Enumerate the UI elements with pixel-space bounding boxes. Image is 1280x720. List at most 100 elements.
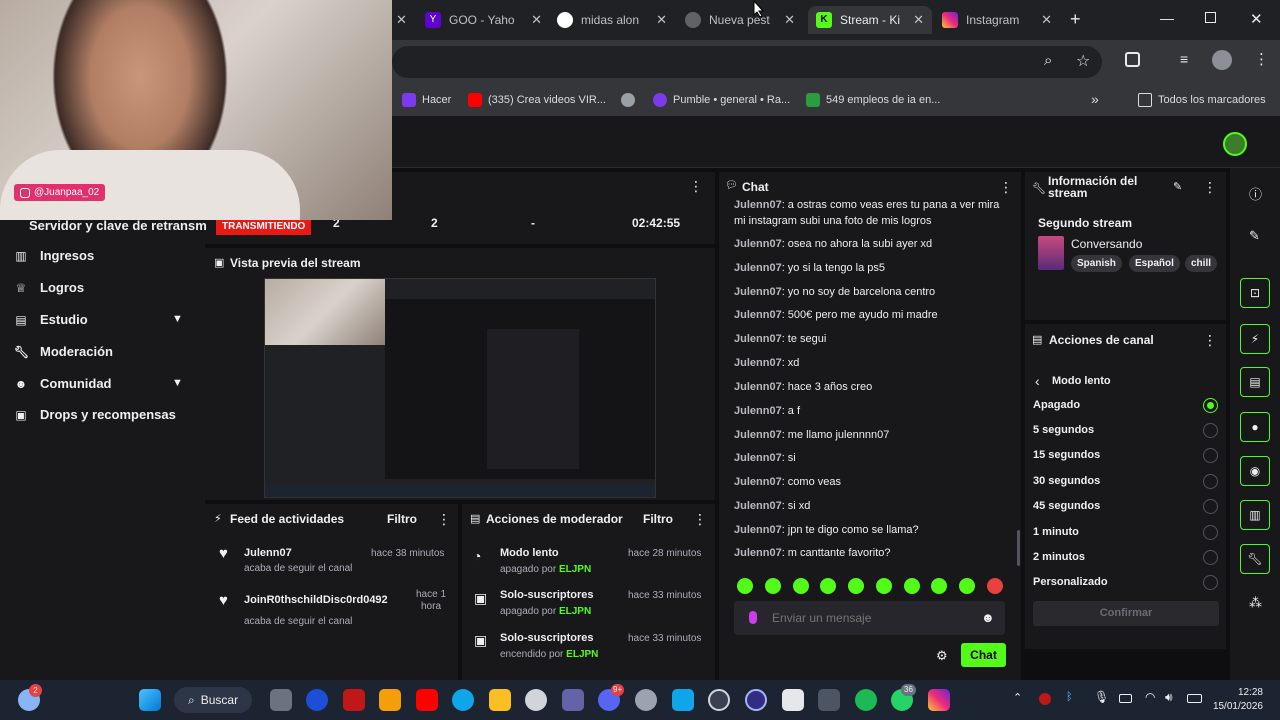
chat-username[interactable]: Julenn07 bbox=[734, 238, 782, 250]
app-icon[interactable] bbox=[745, 689, 767, 711]
app-icon[interactable] bbox=[672, 689, 694, 711]
sidebar-item-estudio[interactable]: ▤ Estudio bbox=[14, 312, 87, 327]
extensions-icon[interactable] bbox=[1125, 52, 1140, 67]
emote-icon[interactable] bbox=[959, 578, 975, 594]
bookmark-item[interactable]: Pumble • general • Ra... bbox=[653, 93, 790, 107]
share-icon[interactable]: ⁂ bbox=[1249, 595, 1262, 611]
emote-icon[interactable] bbox=[876, 578, 892, 594]
tab-new-tab[interactable]: Nueva pest ✕ bbox=[685, 6, 803, 34]
mod-name[interactable]: ELJPN bbox=[559, 606, 591, 617]
radio-apagado[interactable] bbox=[1203, 398, 1218, 413]
obs-icon[interactable] bbox=[708, 689, 730, 711]
chat-username[interactable]: Julenn07 bbox=[734, 381, 782, 393]
gear-icon[interactable]: ⚙ bbox=[936, 648, 948, 664]
close-tab-icon[interactable]: ✕ bbox=[1041, 12, 1052, 28]
emote-icon[interactable] bbox=[931, 578, 947, 594]
emote-icon[interactable] bbox=[765, 578, 781, 594]
confirm-button[interactable]: Confirmar bbox=[1033, 601, 1219, 626]
radio-45-segundos[interactable] bbox=[1203, 499, 1218, 514]
close-tab-icon[interactable]: ✕ bbox=[913, 12, 924, 28]
bookmark-item[interactable]: 549 empleos de ia en... bbox=[806, 93, 940, 107]
more-options-icon[interactable]: ⋮ bbox=[437, 511, 451, 528]
chrome-icon[interactable] bbox=[782, 689, 804, 711]
chat-send-button[interactable]: Chat bbox=[961, 643, 1006, 667]
windows-start-icon[interactable] bbox=[139, 689, 161, 711]
close-tab-icon[interactable]: ✕ bbox=[396, 12, 407, 28]
radio-1-minuto[interactable] bbox=[1203, 525, 1218, 540]
bookmark-item[interactable]: Hacer bbox=[402, 93, 451, 107]
teams-icon[interactable] bbox=[562, 689, 584, 711]
emote-icon[interactable] bbox=[820, 578, 836, 594]
microphone-icon[interactable]: 🎙︎ bbox=[1094, 690, 1109, 704]
mod-name[interactable]: ELJPN bbox=[566, 649, 598, 660]
chatgpt-icon[interactable] bbox=[525, 689, 547, 711]
sidebar-item-drops[interactable]: ▣ Drops y recompensas bbox=[14, 407, 176, 422]
bookmark-item[interactable] bbox=[621, 93, 635, 107]
feed-user[interactable]: JoinR0thschildDisc0rd0492 bbox=[244, 594, 388, 606]
mod-name[interactable]: ELJPN bbox=[559, 564, 591, 575]
radio-5-segundos[interactable] bbox=[1203, 423, 1218, 438]
list-icon[interactable]: ▤ bbox=[1240, 367, 1270, 397]
radio-2-minutos[interactable] bbox=[1203, 550, 1218, 565]
radio-15-segundos[interactable] bbox=[1203, 448, 1218, 463]
category-name[interactable]: Conversando bbox=[1071, 237, 1142, 251]
menu-icon[interactable]: ⋮ bbox=[1254, 50, 1269, 68]
more-options-icon[interactable]: ⋮ bbox=[689, 178, 703, 195]
edit-icon[interactable]: ✎ bbox=[1249, 228, 1260, 244]
close-window-icon[interactable]: ✕ bbox=[1250, 10, 1263, 28]
info-icon[interactable]: ⓘ bbox=[1249, 184, 1262, 203]
spotify-icon[interactable] bbox=[855, 689, 877, 711]
minimize-icon[interactable]: — bbox=[1160, 10, 1174, 26]
task-view-icon[interactable] bbox=[270, 689, 292, 711]
chat-username[interactable]: Julenn07 bbox=[734, 476, 782, 488]
chat-username[interactable]: Julenn07 bbox=[734, 524, 782, 536]
tag-spanish[interactable]: Spanish bbox=[1071, 255, 1122, 272]
tray-app-icon[interactable] bbox=[1039, 693, 1051, 705]
edit-icon[interactable]: ✎ bbox=[1173, 180, 1182, 193]
display-icon[interactable] bbox=[1119, 694, 1132, 703]
calculator-icon[interactable] bbox=[818, 689, 840, 711]
chevron-down-icon[interactable]: ▼ bbox=[172, 313, 183, 325]
chat-username[interactable]: Julenn07 bbox=[734, 286, 782, 298]
broadcast-icon[interactable]: ◉ bbox=[1240, 456, 1270, 486]
instagram-icon[interactable] bbox=[928, 689, 950, 711]
capture-icon[interactable]: ⊡ bbox=[1240, 278, 1270, 308]
chat-username[interactable]: Julenn07 bbox=[734, 199, 782, 211]
profile-avatar[interactable] bbox=[1212, 50, 1232, 70]
user-avatar[interactable] bbox=[1223, 132, 1247, 156]
emoji-icon[interactable]: ☻ bbox=[981, 610, 995, 625]
slow-mode-option[interactable]: 1 minuto bbox=[1033, 526, 1079, 538]
slow-mode-option[interactable]: Apagado bbox=[1033, 399, 1080, 411]
zoom-icon[interactable]: ⌕ bbox=[1044, 52, 1052, 69]
edge-icon[interactable] bbox=[452, 689, 474, 711]
chat-username[interactable]: Julenn07 bbox=[734, 262, 782, 274]
volume-icon[interactable]: 🔊︎ bbox=[1165, 690, 1173, 705]
clock-time[interactable]: 12:28 bbox=[1223, 687, 1263, 698]
chat-username[interactable]: Julenn07 bbox=[734, 357, 782, 369]
bookmark-item[interactable]: (335) Crea videos VIR... bbox=[468, 93, 606, 107]
sidebar-item-ingresos[interactable]: ▥ Ingresos bbox=[14, 248, 94, 263]
taskbar-search[interactable]: ⌕ Buscar bbox=[174, 687, 252, 713]
radio-personalizado[interactable] bbox=[1203, 575, 1218, 590]
more-options-icon[interactable]: ⋮ bbox=[693, 511, 707, 528]
tab-yahoo[interactable]: Y GOO - Yaho ✕ bbox=[425, 6, 550, 34]
slow-mode-option[interactable]: 2 minutos bbox=[1033, 551, 1085, 563]
chat-username[interactable]: Julenn07 bbox=[734, 309, 782, 321]
chat-username[interactable]: Julenn07 bbox=[734, 547, 782, 559]
more-options-icon[interactable]: ⋮ bbox=[1203, 332, 1217, 349]
tab-instagram[interactable]: Instagram ✕ bbox=[942, 6, 1060, 34]
slow-mode-option[interactable]: 45 segundos bbox=[1033, 500, 1100, 512]
tab-kick-stream[interactable]: K Stream - Ki ✕ bbox=[808, 6, 932, 34]
app-icon[interactable] bbox=[306, 689, 328, 711]
microphone-icon[interactable] bbox=[749, 611, 757, 624]
all-bookmarks-folder[interactable]: Todos los marcadores bbox=[1138, 93, 1266, 107]
chat-scrollbar[interactable] bbox=[1017, 530, 1020, 566]
sidebar-item-logros[interactable]: ♕ Logros bbox=[14, 280, 84, 295]
lightning-icon[interactable]: ⚡︎ bbox=[1240, 324, 1270, 354]
more-options-icon[interactable]: ⋮ bbox=[999, 179, 1013, 196]
more-options-icon[interactable]: ⋮ bbox=[1203, 179, 1217, 196]
tray-chevron-icon[interactable]: ⌃ bbox=[1013, 691, 1022, 704]
file-explorer-icon[interactable] bbox=[489, 689, 511, 711]
slow-mode-option[interactable]: 15 segundos bbox=[1033, 449, 1100, 461]
sidebar-item-moderacion[interactable]: 🔧︎ Moderación bbox=[14, 344, 113, 359]
